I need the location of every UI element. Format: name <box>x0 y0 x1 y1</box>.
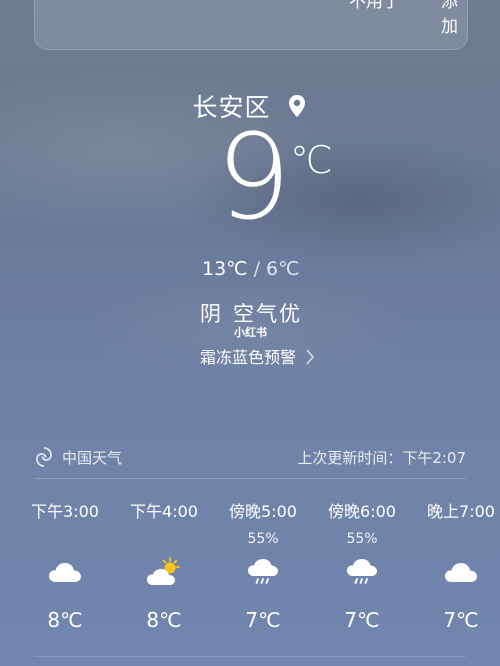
temperature-unit: ℃ <box>290 138 333 182</box>
weather-alert[interactable]: 霜冻蓝色预警 <box>200 344 315 370</box>
precipitation-chance: 55% <box>247 531 279 547</box>
air-quality: 空气优 <box>233 302 302 326</box>
add-button[interactable]: 添加 <box>441 0 467 37</box>
chevron-right-icon <box>305 348 315 370</box>
low-temperature: 6℃ <box>266 258 300 280</box>
high-temperature: 13℃ <box>202 258 248 280</box>
rain-icon <box>317 550 407 594</box>
hour-temperature: 7℃ <box>443 608 479 632</box>
rain-icon <box>218 550 308 594</box>
weather-condition: 阴 <box>200 302 223 326</box>
weather-provider: 中国天气 <box>62 449 123 467</box>
divider <box>34 478 466 479</box>
weather-provider-icon <box>34 446 54 472</box>
watermark-text: 小红书 <box>234 326 267 339</box>
hour-item: 傍晚5:00 55% 7℃ <box>218 500 308 632</box>
source-row: 中国天气 上次更新时间：下午2:07 <box>34 446 466 470</box>
hour-item: 下午3:00 8℃ <box>20 500 110 632</box>
hour-item: 晚上7:00 7℃ <box>416 500 500 632</box>
decline-button[interactable]: 不用了 <box>349 0 400 12</box>
range-separator: / <box>253 258 260 280</box>
temperature-range: 13℃ / 6℃ <box>202 258 299 280</box>
hourly-forecast[interactable]: 下午3:00 8℃ 下午4:00 8℃ 傍晚5:00 55% 7℃ 傍晚6:00… <box>0 500 500 666</box>
hour-time: 下午4:00 <box>130 502 198 521</box>
partly-sunny-icon <box>119 550 209 594</box>
last-updated: 上次更新时间：下午2:07 <box>297 449 466 467</box>
cloud-icon <box>20 550 110 594</box>
hour-time: 傍晚6:00 <box>328 502 396 521</box>
precipitation-chance <box>119 528 209 550</box>
precipitation-chance: 55% <box>346 531 378 547</box>
hour-time: 下午3:00 <box>31 502 99 521</box>
precipitation-chance <box>416 528 500 550</box>
hour-time: 傍晚5:00 <box>229 502 297 521</box>
cloud-icon <box>416 550 500 594</box>
hour-temperature: 8℃ <box>47 608 83 632</box>
hour-temperature: 7℃ <box>245 608 281 632</box>
add-city-card: 不用了 添加 <box>34 0 468 50</box>
divider <box>34 656 466 657</box>
hour-time: 晚上7:00 <box>427 502 495 521</box>
hour-item: 下午4:00 8℃ <box>119 500 209 632</box>
hour-temperature: 7℃ <box>344 608 380 632</box>
alert-text: 霜冻蓝色预警 <box>200 348 297 367</box>
current-temperature: 9 <box>216 108 292 246</box>
hour-temperature: 8℃ <box>146 608 182 632</box>
hour-item: 傍晚6:00 55% 7℃ <box>317 500 407 632</box>
precipitation-chance <box>20 528 110 550</box>
